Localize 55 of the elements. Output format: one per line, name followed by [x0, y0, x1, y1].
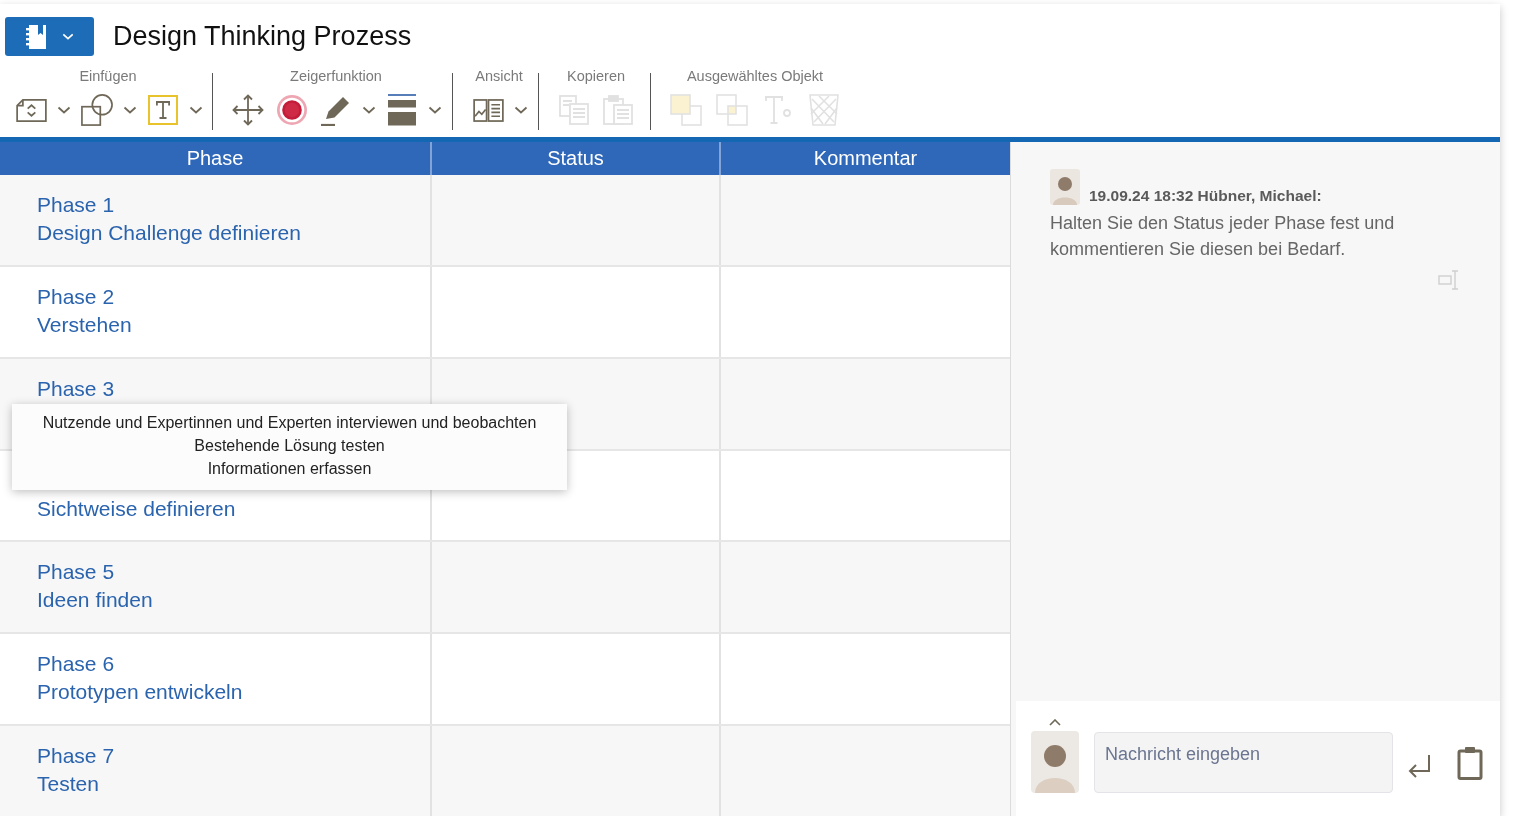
phase-name: Verstehen: [37, 311, 132, 338]
tooltip-line: Informationen erfassen: [207, 459, 372, 479]
line-weight-icon: [388, 94, 416, 126]
group-label: Zeigerfunktion: [290, 67, 382, 86]
copy-icon: [559, 95, 589, 125]
phase-label: Phase 7: [37, 743, 115, 770]
front-layer-icon: [670, 94, 702, 126]
notebook-menu-button[interactable]: [5, 17, 94, 56]
phase-label: Phase 1: [37, 192, 115, 218]
phase-name: Prototypen entwickeln: [37, 679, 243, 706]
group-label: Einfügen: [79, 67, 137, 86]
chevron-up-icon[interactable]: [1049, 719, 1061, 726]
trash-icon: [809, 94, 839, 126]
chevron-down-icon: [62, 33, 74, 40]
text-box-icon: [148, 95, 178, 125]
avatar-icon: [1031, 731, 1079, 793]
notebook-icon: [25, 23, 47, 50]
send-button[interactable]: [1407, 754, 1431, 780]
clipboard-button[interactable]: [1457, 746, 1483, 780]
comment-meta: 19.09.24 18:32 Hübner, Michael:: [1089, 187, 1322, 205]
image-text-icon: [472, 98, 504, 122]
text-gear-icon: [763, 95, 793, 125]
group-label: Ausgewähltes Objekt: [686, 67, 824, 86]
avatar-icon: [1050, 169, 1080, 205]
chevron-down-icon: [189, 106, 203, 114]
document-title: Design Thinking Prozess: [113, 21, 412, 52]
chevron-down-icon: [57, 106, 71, 114]
phase-label: Phase 2: [37, 283, 115, 310]
column-header: Phase: [185, 146, 245, 171]
phase-label: Phase 5: [37, 559, 115, 586]
move-icon: [232, 94, 264, 126]
phase-name: Sichtweise definieren: [37, 495, 236, 522]
target-icon: [277, 95, 307, 125]
chevron-down-icon: [123, 106, 137, 114]
chevron-down-icon: [514, 106, 528, 114]
tooltip-line: Bestehende Lösung testen: [194, 436, 385, 456]
enter-icon: [1407, 754, 1431, 780]
phase-name: Design Challenge definieren: [37, 220, 301, 246]
tooltip-line: Nutzende und Expertinnen und Experten interviewen und beobachten: [42, 413, 537, 433]
phase-label: Phase 3: [37, 375, 115, 402]
frame-icon: [15, 98, 47, 122]
pen-icon: [320, 94, 352, 126]
phase-name: Testen: [37, 771, 99, 798]
group-label: Ansicht: [475, 67, 523, 86]
shapes-icon: [81, 94, 113, 126]
chevron-down-icon: [428, 106, 442, 114]
clipboard-icon: [1457, 746, 1483, 780]
phase-label: Phase 6: [37, 651, 115, 678]
back-layer-icon: [716, 94, 748, 126]
comment-text: Halten Sie den Status jeder Phase fest und kommentieren Sie diesen bei Bedarf.: [1050, 212, 1396, 261]
message-input[interactable]: Nachricht eingeben: [1094, 732, 1393, 793]
group-label: Kopieren: [566, 67, 625, 86]
phase-name: Ideen finden: [37, 587, 153, 614]
chevron-down-icon: [362, 106, 376, 114]
paste-icon: [603, 95, 633, 125]
